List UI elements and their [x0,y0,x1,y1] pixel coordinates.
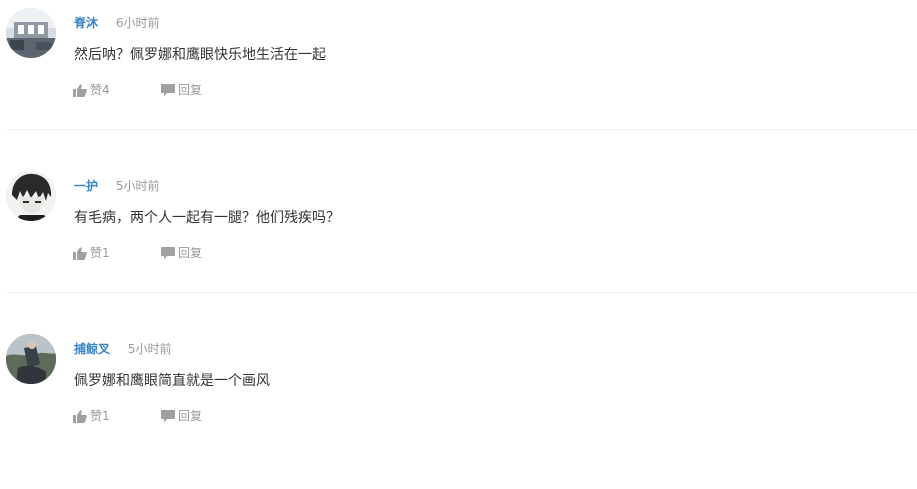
username[interactable]: 脊沐 [74,16,98,30]
username[interactable]: 一护 [74,179,98,193]
timestamp: 6小时前 [115,16,160,30]
like-count: 赞4 [90,83,110,97]
timestamp: 5小时前 [127,342,172,356]
thumbs-up-icon [73,83,87,97]
like-count: 赞1 [90,246,110,260]
username[interactable]: 捕鲸叉 [74,342,110,356]
reply-button[interactable]: 回复 [161,82,202,98]
comment-meta: 一护 5小时前 [74,178,159,194]
like-count: 赞1 [90,409,110,423]
reply-label: 回复 [178,246,203,260]
comment-item: 一护 5小时前 有毛病，两个人一起有一腿？他们残疾吗？ 赞1 回复 [0,163,917,326]
divider [6,129,917,130]
reply-button[interactable]: 回复 [161,245,202,261]
speech-bubble-icon [161,83,175,96]
speech-bubble-icon [161,409,175,422]
avatar[interactable] [6,334,56,384]
like-button[interactable]: 赞1 [73,245,110,261]
reply-label: 回复 [178,409,203,423]
like-button[interactable]: 赞4 [73,82,110,98]
divider [6,292,917,293]
comment-meta: 脊沐 6小时前 [74,15,159,31]
comment-meta: 捕鲸叉 5小时前 [74,341,171,357]
reply-label: 回复 [178,83,203,97]
comment-text: 有毛病，两个人一起有一腿？他们残疾吗？ [74,210,340,226]
reply-button[interactable]: 回复 [161,408,202,424]
avatar[interactable] [6,171,56,221]
speech-bubble-icon [161,246,175,259]
comment-item: 脊沐 6小时前 然后呐？佩罗娜和鹰眼快乐地生活在一起 赞4 回复 [0,0,917,163]
like-button[interactable]: 赞1 [73,408,110,424]
comment-text: 佩罗娜和鹰眼简直就是一个画风 [74,373,270,389]
comment-item: 捕鲸叉 5小时前 佩罗娜和鹰眼简直就是一个画风 赞1 回复 [0,326,917,489]
thumbs-up-icon [73,409,87,423]
comment-text: 然后呐？佩罗娜和鹰眼快乐地生活在一起 [74,47,326,63]
timestamp: 5小时前 [115,179,160,193]
avatar[interactable] [6,8,56,58]
thumbs-up-icon [73,246,87,260]
